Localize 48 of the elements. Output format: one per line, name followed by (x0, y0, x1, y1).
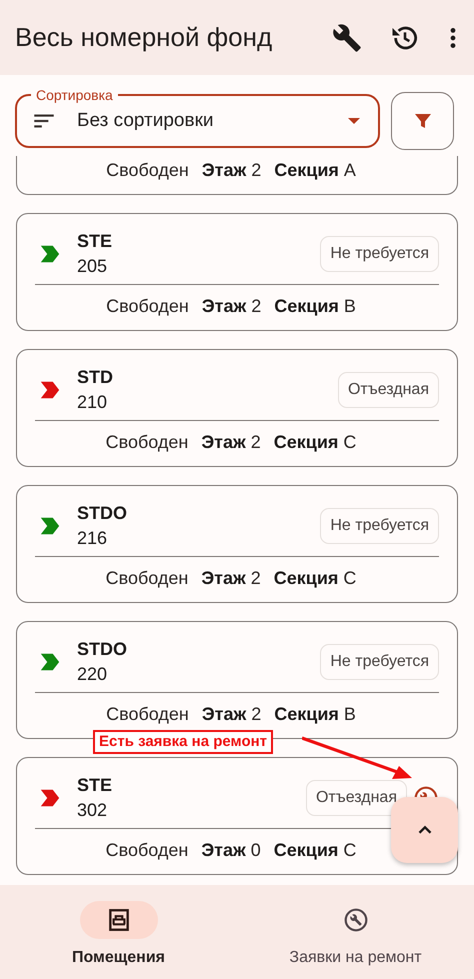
room-section: Секция A (274, 158, 356, 182)
room-status: Свободен (106, 839, 188, 862)
room-type: STE (77, 230, 114, 253)
caret-icon (348, 118, 360, 124)
room-floor: Этаж 2 (202, 159, 262, 182)
cleaning-status-badge: Не требуется (320, 644, 439, 680)
nav-label[interactable]: Помещения (72, 949, 166, 967)
room-floor: Этаж 2 (202, 703, 262, 726)
sort-value: Без сортировки (77, 110, 215, 132)
room-type: STE (77, 774, 114, 797)
room-number: 205 (77, 255, 108, 278)
room-number: 220 (77, 663, 108, 686)
annotation-label: Есть заявка на ремонт (93, 730, 274, 754)
room-status: Свободен (106, 567, 188, 590)
room-status: Свободен (106, 431, 188, 454)
room-floor: Этаж 2 (201, 567, 261, 590)
room-type: STDO (77, 502, 128, 525)
room-card[interactable]: STE 205 Не требуется Свободен Этаж 2 Секция B (16, 213, 458, 331)
room-type: STDO (77, 638, 128, 661)
room-card[interactable]: STD 210 Отъездная Свободен Этаж 2 Секция C (16, 349, 458, 467)
room-floor: Этаж 0 (201, 839, 261, 862)
room-section: Секция C (274, 838, 356, 862)
room-number: 216 (77, 527, 108, 550)
room-number: 210 (77, 391, 108, 414)
room-section: Секция C (274, 566, 356, 590)
room-type: STD (77, 366, 114, 389)
room-section: Секция B (274, 702, 356, 726)
cleaning-status-badge: Не требуется (320, 508, 439, 544)
room-status: Свободен (106, 295, 189, 318)
room-section: Секция B (274, 294, 356, 318)
room-card[interactable]: Свободен Этаж 2 Секция A (16, 156, 458, 195)
cleaning-status-badge: Не требуется (320, 236, 439, 272)
room-status: Свободен (106, 159, 189, 182)
sort-label: Сортировка (31, 87, 118, 103)
room-floor: Этаж 2 (201, 431, 261, 454)
room-card[interactable]: STE 302 Отъездная Свободен Этаж 0 Секция C (16, 757, 458, 875)
cleaning-status-badge: Отъездная (338, 372, 439, 408)
nav-tab[interactable] (80, 901, 158, 939)
nav-label[interactable]: Заявки на ремонт (289, 949, 422, 967)
filter-button[interactable] (391, 92, 454, 150)
screen-title: Весь номерной фонд (15, 22, 274, 53)
room-floor: Этаж 2 (202, 295, 262, 318)
room-number: 302 (77, 799, 108, 822)
room-status: Свободен (106, 703, 189, 726)
room-section: Секция C (274, 430, 356, 454)
wrench-icon[interactable] (332, 22, 362, 52)
wrench-icon (342, 907, 368, 933)
room-card[interactable]: STDO 216 Не требуется Свободен Этаж 2 Секция C (16, 485, 458, 603)
